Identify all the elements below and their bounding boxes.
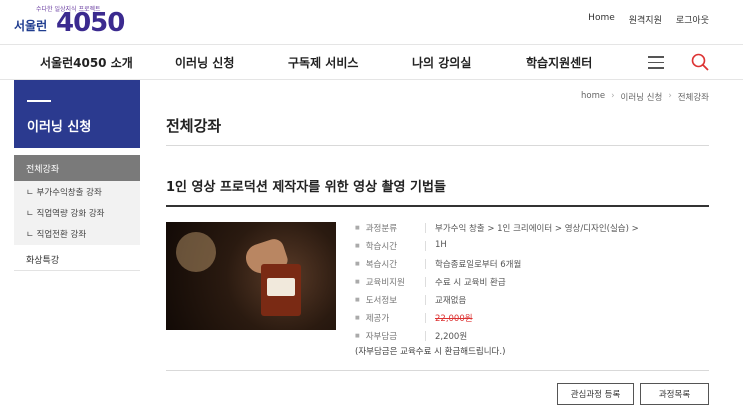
sidebar-sub-item-career-change[interactable]: ㄴ 직업전환 강좌 xyxy=(26,228,86,240)
info-key: 학습시간 xyxy=(355,240,397,252)
sidebar-sub-item-revenue[interactable]: ㄴ 부가수익창출 강좌 xyxy=(26,186,102,198)
divider xyxy=(166,205,709,207)
chevron-right-icon: › xyxy=(668,91,672,101)
page-title: 전체강좌 xyxy=(166,117,222,135)
logo-seoul: 서울런 xyxy=(14,19,48,33)
logo-number: 4050 xyxy=(56,8,125,38)
sidebar-header: 이러닝 신청 xyxy=(14,80,140,148)
divider xyxy=(166,145,709,146)
nav-subscription[interactable]: 구독제 서비스 xyxy=(288,54,358,71)
info-key: 제공가 xyxy=(355,312,389,324)
logout-link[interactable]: 로그아웃 xyxy=(676,13,709,26)
sidebar-item-video-lecture[interactable]: 화상특강 xyxy=(14,249,140,271)
sidebar-sub-item-competency[interactable]: ㄴ 직업역량 강화 강좌 xyxy=(26,207,105,219)
course-list-button[interactable]: 과정목록 xyxy=(640,383,709,405)
top-bar: 수다한 일상지식 프로젝트 서울런 4050 Home 원격지원 로그아웃 xyxy=(0,0,743,44)
course-title: 1인 영상 프로덕션 제작자를 위한 영상 촬영 기법들 xyxy=(166,180,446,195)
info-value: 학습종료일로부터 6개월 xyxy=(435,260,522,270)
info-value: 1H xyxy=(435,240,447,250)
info-value: 수료 시 교육비 환급 xyxy=(435,278,506,288)
sidebar-item-all-courses[interactable]: 전체강좌 xyxy=(14,155,140,181)
remote-support-link[interactable]: 원격지원 xyxy=(629,13,662,26)
info-value: 2,200원 xyxy=(435,332,468,342)
breadcrumb: home › 이러닝 신청 › 전체강좌 xyxy=(581,91,709,103)
info-key: 복습시간 xyxy=(355,258,397,270)
info-key: 도서정보 xyxy=(355,294,397,306)
nav-support-center[interactable]: 학습지원센터 xyxy=(526,54,592,71)
home-link[interactable]: Home xyxy=(588,13,615,26)
search-icon[interactable] xyxy=(691,53,709,71)
sidebar-item-label: 화상특강 xyxy=(26,256,60,266)
info-value: 부가수익 창출 > 1인 크리에이터 > 영상/디자인(실습) > xyxy=(435,224,639,234)
sidebar-item-label: 전체강좌 xyxy=(26,165,60,175)
course-thumbnail xyxy=(166,222,336,330)
sidebar-header-bar xyxy=(27,100,51,102)
logo[interactable]: 수다한 일상지식 프로젝트 서울런 4050 xyxy=(14,4,125,40)
breadcrumb-home[interactable]: home xyxy=(581,91,605,103)
utility-links: Home 원격지원 로그아웃 xyxy=(588,13,709,26)
breadcrumb-level1[interactable]: 이러닝 신청 xyxy=(621,91,663,103)
refund-note: (자부담금은 교육수료 시 환급해드립니다.) xyxy=(355,347,506,357)
sidebar-title: 이러닝 신청 xyxy=(27,120,92,135)
list-price: 22,000원 xyxy=(435,314,473,324)
add-interest-button[interactable]: 관심과정 등록 xyxy=(557,383,634,405)
info-value: 교재없음 xyxy=(435,296,467,306)
nav-elearning[interactable]: 이러닝 신청 xyxy=(175,54,234,71)
breadcrumb-level2: 전체강좌 xyxy=(677,93,709,103)
info-key: 자부담금 xyxy=(355,330,397,342)
info-key: 과정분류 xyxy=(355,222,397,234)
nav-intro[interactable]: 서울런4050 소개 xyxy=(40,54,133,71)
nav-my-classroom[interactable]: 나의 강의실 xyxy=(412,54,471,71)
chevron-right-icon: › xyxy=(611,91,615,101)
divider xyxy=(166,370,709,371)
main-navigation: 서울런4050 소개 이러닝 신청 구독제 서비스 나의 강의실 학습지원센터 xyxy=(0,44,743,80)
menu-icon[interactable] xyxy=(648,56,664,69)
info-key: 교육비지원 xyxy=(355,276,405,288)
sidebar-submenu: ㄴ 부가수익창출 강좌 ㄴ 직업역량 강화 강좌 ㄴ 직업전환 강좌 xyxy=(14,181,140,245)
